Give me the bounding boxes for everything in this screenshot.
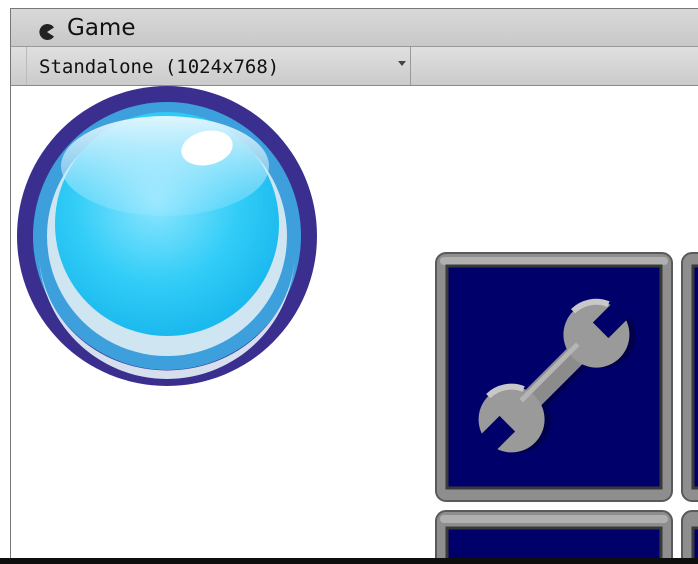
tile-partial-icon <box>435 510 673 558</box>
game-window: Game Standalone (1024x768) <box>0 0 698 564</box>
game-tab[interactable]: Game <box>10 8 698 46</box>
game-toolbar: Standalone (1024x768) <box>10 46 698 86</box>
tile-partial-bottom-right[interactable] <box>681 510 698 558</box>
tile-partial-icon <box>681 510 698 558</box>
tile-partial-icon <box>681 252 698 502</box>
bottom-border <box>0 558 698 564</box>
tile-partial-bottom[interactable] <box>435 510 673 558</box>
resolution-dropdown[interactable]: Standalone (1024x768) <box>26 47 411 85</box>
game-pacman-icon <box>39 24 54 40</box>
wrench-tile-graphic <box>435 252 673 502</box>
blue-glass-orb-icon[interactable] <box>17 86 317 386</box>
resolution-label: Standalone (1024x768) <box>39 56 280 78</box>
game-viewport[interactable] <box>10 86 698 558</box>
chevron-down-icon <box>398 61 406 66</box>
tile-wrench[interactable] <box>435 252 673 502</box>
tab-title: Game <box>67 15 136 41</box>
tile-partial-right[interactable] <box>681 252 698 502</box>
